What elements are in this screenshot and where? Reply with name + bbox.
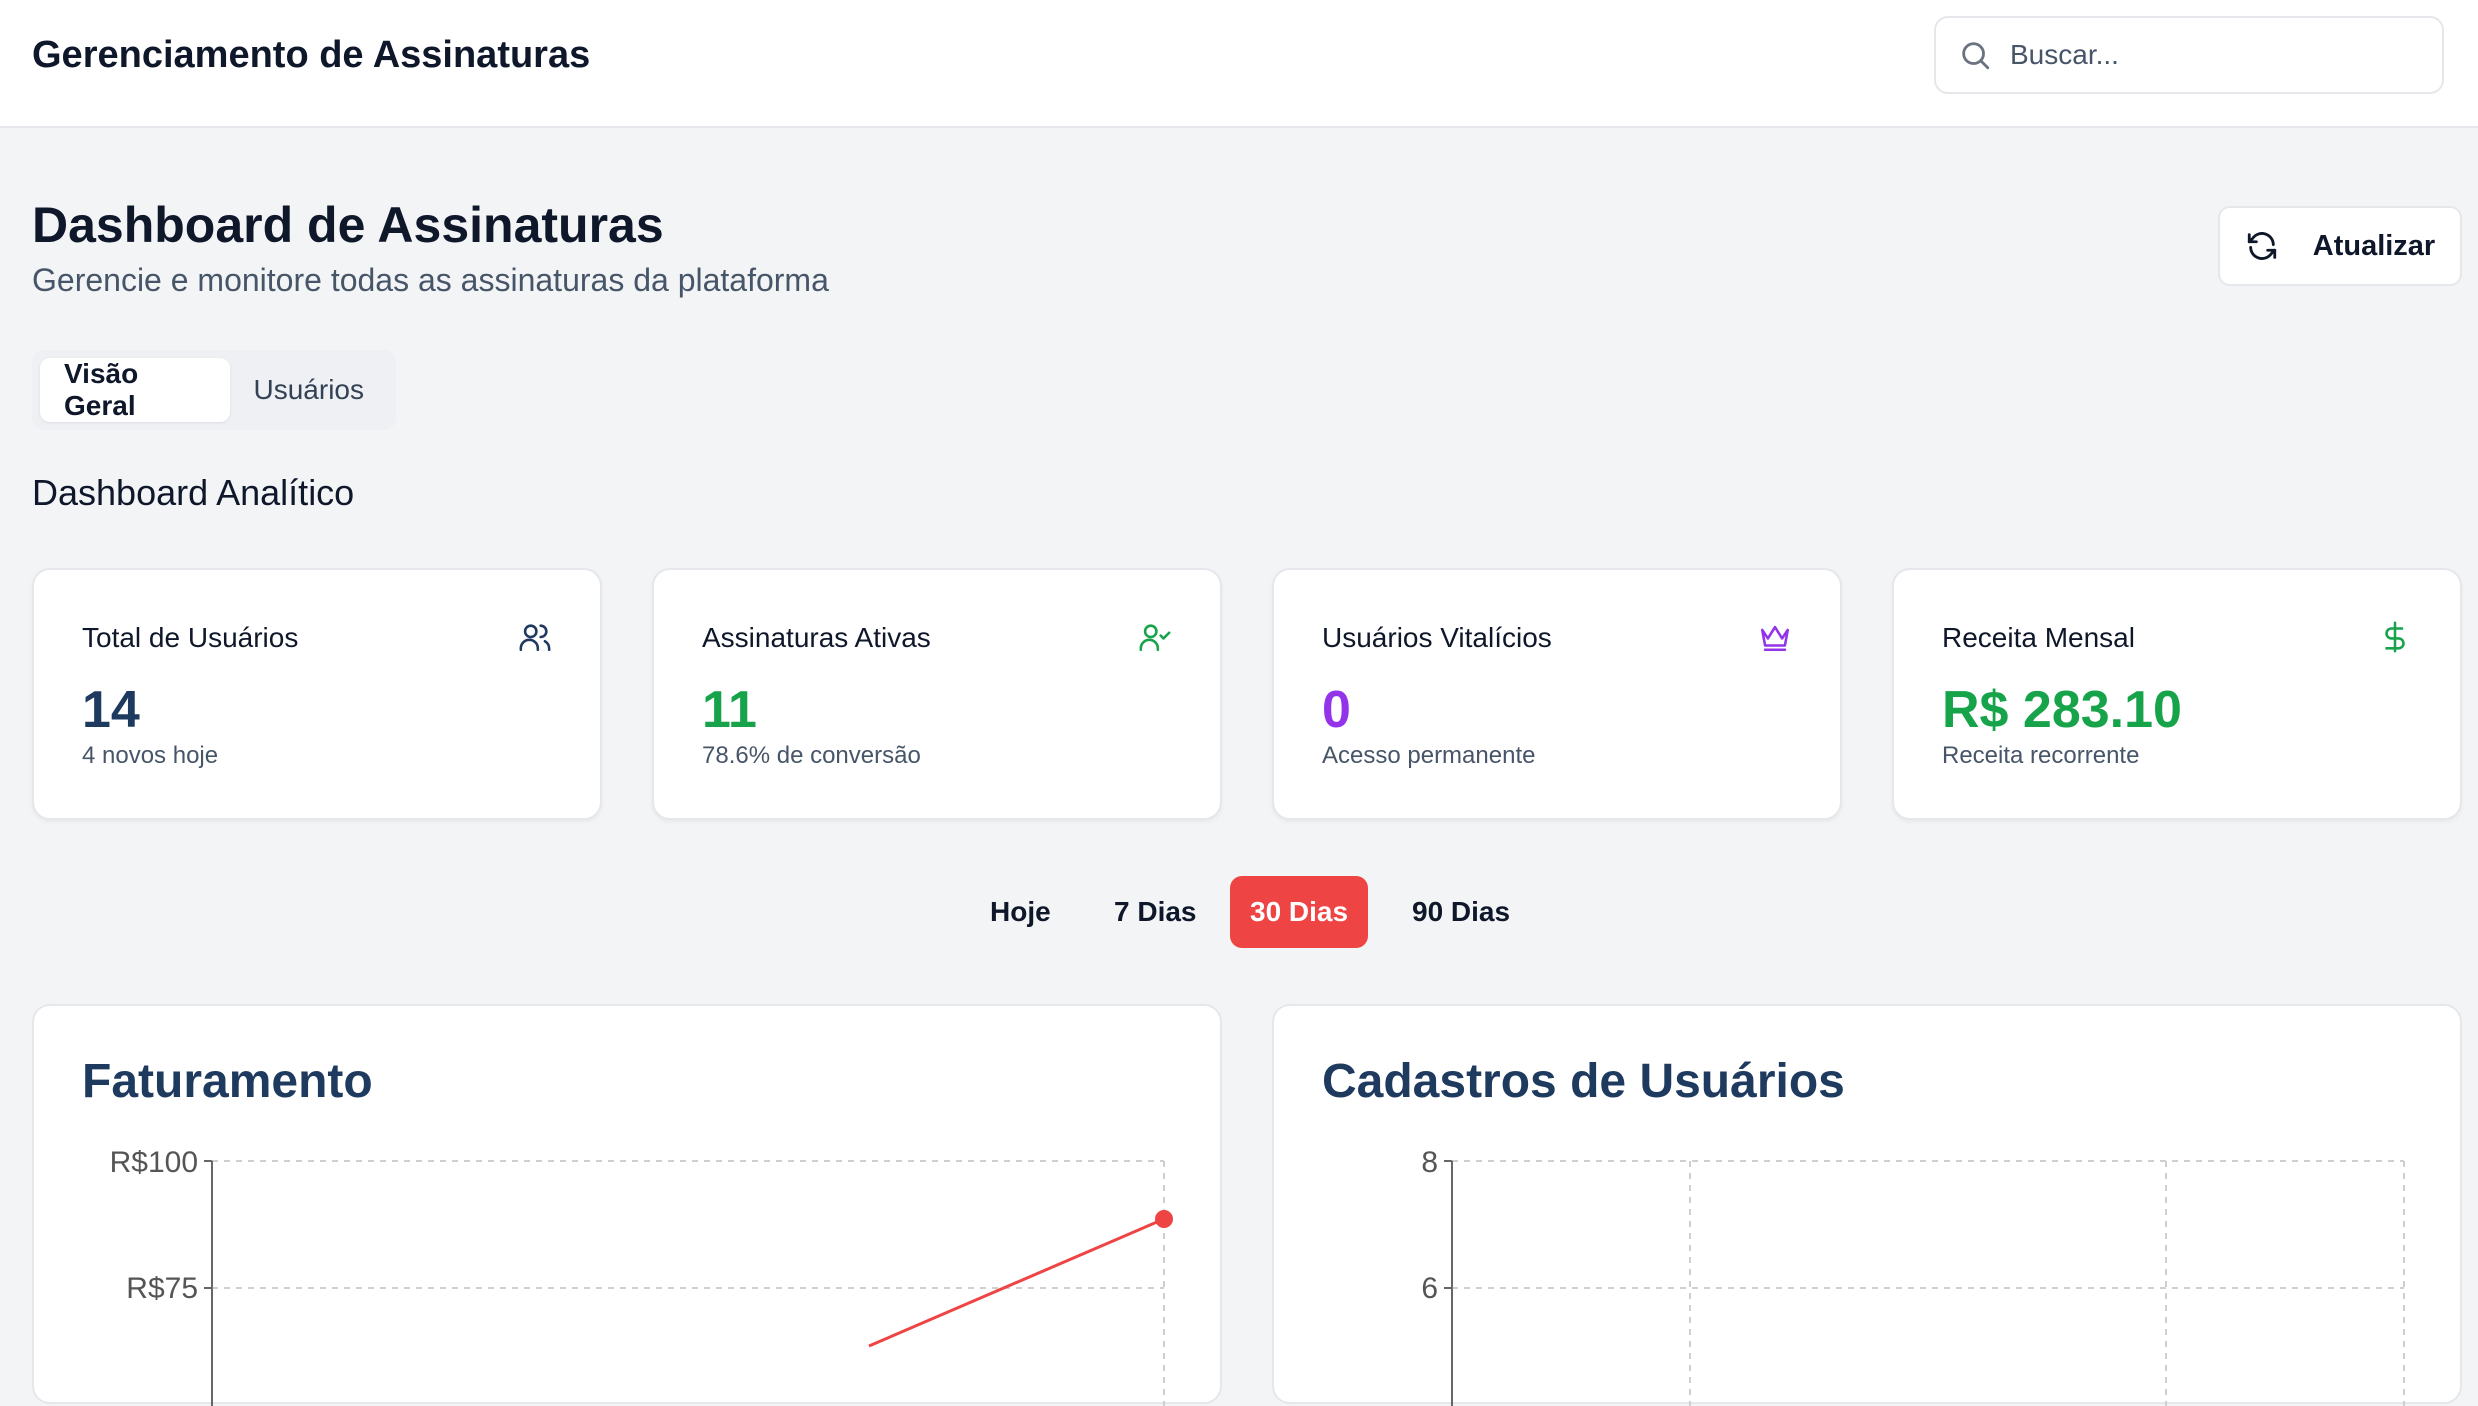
- dollar-icon: [2385, 621, 2405, 653]
- page-subtitle: Gerencie e monitore todas as assinaturas…: [32, 262, 829, 298]
- y-tick-label: R$75: [126, 1272, 198, 1305]
- period-7-days-button[interactable]: 7 Dias: [1094, 876, 1217, 948]
- period-today-button[interactable]: Hoje: [970, 876, 1071, 948]
- stat-subtext: 78.6% de conversão: [702, 742, 921, 769]
- stat-card-active-subscriptions: Assinaturas Ativas 11 78.6% de conversão: [652, 568, 1222, 820]
- stat-label: Total de Usuários: [82, 622, 299, 653]
- search-icon: [1962, 42, 1990, 70]
- stat-value: 0: [1322, 681, 1351, 739]
- refresh-label: Atualizar: [2312, 229, 2436, 262]
- revenue-chart-card: Faturamento R$100 R$75: [32, 1004, 1222, 1406]
- stat-label: Usuários Vitalícios: [1322, 622, 1552, 653]
- users-icon: [519, 624, 551, 652]
- section-title: Dashboard Analítico: [32, 472, 355, 513]
- app-title: Gerenciamento de Assinaturas: [32, 34, 591, 76]
- top-bar: Gerenciamento de Assinaturas: [0, 0, 2478, 128]
- user-check-icon: [1139, 624, 1171, 652]
- tab-list: Visão Geral Usuários: [32, 350, 396, 430]
- stat-value: 11: [702, 681, 757, 739]
- page-title: Dashboard de Assinaturas: [32, 197, 664, 253]
- tab-overview[interactable]: Visão Geral: [40, 358, 230, 422]
- revenue-series-line: [868, 1217, 1165, 1348]
- revenue-chart: R$100 R$75: [110, 1146, 1173, 1406]
- stat-label: Receita Mensal: [1942, 622, 2135, 653]
- refresh-button[interactable]: Atualizar: [2218, 206, 2462, 286]
- y-tick-label: R$100: [110, 1146, 198, 1179]
- stat-subtext: Acesso permanente: [1322, 742, 1536, 769]
- stat-subtext: Receita recorrente: [1942, 742, 2140, 769]
- revenue-data-point[interactable]: [1155, 1210, 1173, 1228]
- stat-card-lifetime-users: Usuários Vitalícios 0 Acesso permanente: [1272, 568, 1842, 820]
- signups-chart-card: Cadastros de Usuários 8 6: [1272, 1004, 2462, 1406]
- stat-label: Assinaturas Ativas: [702, 622, 931, 653]
- search-box[interactable]: [1934, 16, 2444, 94]
- y-tick-label: 6: [1421, 1272, 1438, 1305]
- stat-card-total-users: Total de Usuários 14 4 novos hoje: [32, 568, 602, 820]
- stat-value: R$ 283.10: [1942, 681, 2182, 739]
- period-30-days-button[interactable]: 30 Dias: [1230, 876, 1369, 948]
- period-90-days-button[interactable]: 90 Dias: [1392, 876, 1530, 948]
- stat-card-monthly-revenue: Receita Mensal R$ 283.10 Receita recorre…: [1892, 568, 2462, 820]
- tab-users[interactable]: Usuários: [230, 358, 388, 422]
- crown-icon: [1760, 625, 1790, 652]
- signups-chart: 8 6: [1421, 1146, 2405, 1406]
- stat-value: 14: [82, 681, 140, 739]
- stat-subtext: 4 novos hoje: [82, 742, 219, 769]
- refresh-icon: [2247, 232, 2276, 260]
- y-tick-label: 8: [1421, 1146, 1438, 1179]
- search-input[interactable]: [2010, 39, 2410, 71]
